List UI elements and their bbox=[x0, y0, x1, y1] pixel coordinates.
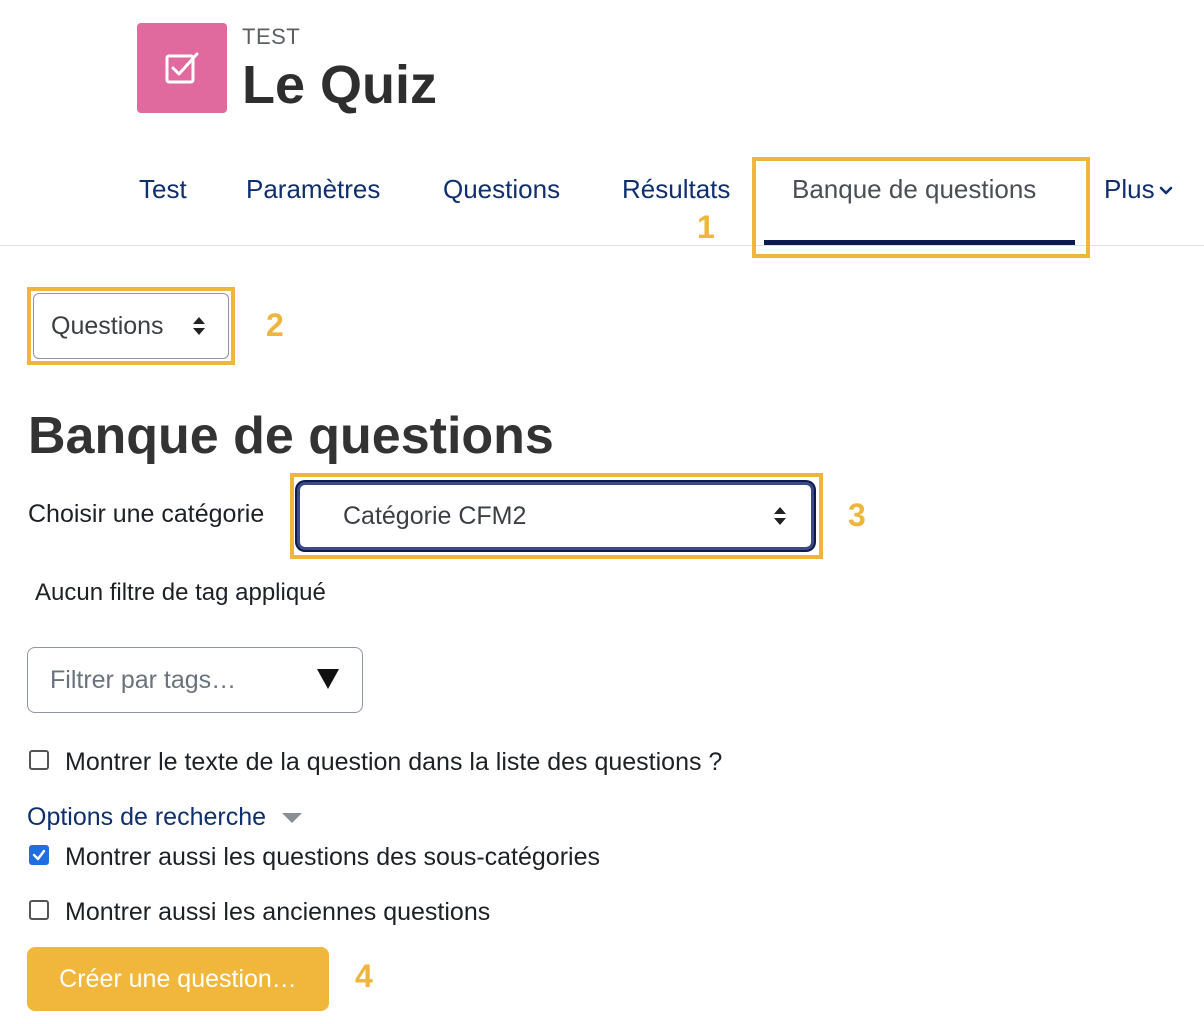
tab-plus-label: Plus bbox=[1104, 174, 1155, 204]
tag-filter-input[interactable]: Filtrer par tags… bbox=[27, 647, 363, 713]
show-subcategories-checkbox[interactable] bbox=[29, 845, 49, 865]
checkbox-icon bbox=[165, 52, 199, 84]
chevron-down-icon bbox=[1159, 186, 1172, 195]
tab-test[interactable]: Test bbox=[139, 172, 187, 206]
dropdown-triangle-icon[interactable] bbox=[316, 668, 340, 690]
search-options-toggle[interactable]: Options de recherche bbox=[27, 800, 303, 834]
create-question-button[interactable]: Créer une question… bbox=[27, 947, 329, 1011]
show-question-text-checkbox[interactable] bbox=[29, 750, 49, 770]
question-bank-nav-select[interactable]: Questions bbox=[33, 293, 229, 359]
show-old-questions-label[interactable]: Montrer aussi les anciennes questions bbox=[65, 895, 490, 929]
highlight-box-1 bbox=[752, 157, 1090, 258]
quiz-activity-icon bbox=[137, 23, 227, 113]
tab-resultats[interactable]: Résultats bbox=[622, 172, 730, 206]
checkmark-icon bbox=[32, 849, 46, 861]
tab-plus[interactable]: Plus bbox=[1104, 172, 1173, 206]
search-options-label: Options de recherche bbox=[27, 803, 267, 831]
category-select-value: Catégorie CFM2 bbox=[343, 501, 527, 530]
tab-parametres[interactable]: Paramètres bbox=[246, 172, 380, 206]
select-arrows-icon bbox=[774, 507, 786, 525]
show-question-text-label[interactable]: Montrer le texte de la question dans la … bbox=[65, 745, 722, 779]
tag-filter-placeholder: Filtrer par tags… bbox=[50, 665, 237, 694]
annotation-4: 4 bbox=[355, 958, 373, 994]
caret-down-icon bbox=[281, 813, 302, 824]
question-bank-nav-select-value: Questions bbox=[51, 311, 164, 340]
page-title: Le Quiz bbox=[242, 55, 438, 115]
show-subcategories-label[interactable]: Montrer aussi les questions des sous-cat… bbox=[65, 840, 600, 874]
tab-questions[interactable]: Questions bbox=[443, 172, 560, 206]
question-bank-heading: Banque de questions bbox=[28, 407, 554, 465]
tag-filter-status: Aucun filtre de tag appliqué bbox=[35, 579, 326, 606]
annotation-2: 2 bbox=[266, 307, 284, 343]
category-select[interactable]: Catégorie CFM2 bbox=[297, 482, 814, 550]
annotation-3: 3 bbox=[848, 497, 866, 533]
activity-type-label: TEST bbox=[242, 24, 301, 49]
category-label: Choisir une catégorie bbox=[28, 500, 265, 528]
select-arrows-icon bbox=[193, 317, 205, 335]
annotation-1: 1 bbox=[697, 209, 715, 245]
show-old-questions-checkbox[interactable] bbox=[29, 900, 49, 920]
